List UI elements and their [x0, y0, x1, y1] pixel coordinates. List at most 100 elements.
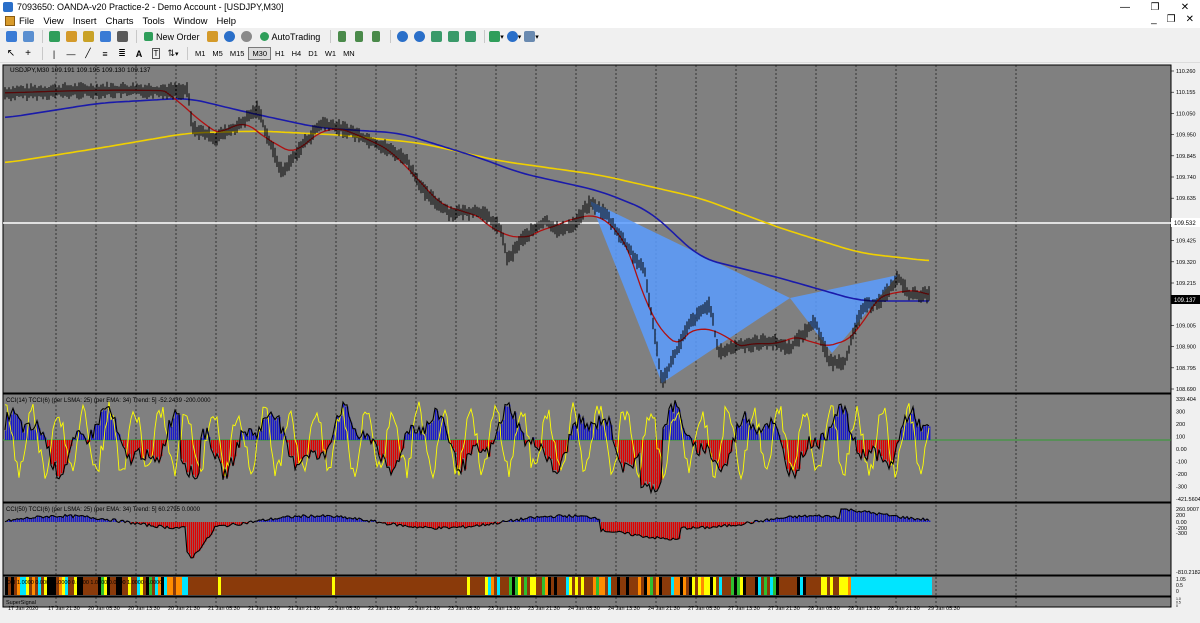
vps-button[interactable] [240, 30, 254, 44]
cursor-tool[interactable]: ↖ [4, 47, 18, 61]
autoscroll-button[interactable] [463, 30, 477, 44]
strip-cell [488, 577, 491, 595]
arrows-tool[interactable]: ⇅ ▾ [166, 47, 180, 61]
menu-insert[interactable]: Insert [73, 16, 97, 27]
periods-button[interactable]: ▾ [506, 30, 521, 44]
timeframe-m5[interactable]: M5 [209, 47, 225, 60]
strip-cell [779, 577, 782, 595]
cci14-bar [653, 440, 655, 485]
strip-cell [698, 577, 701, 595]
timeframe-h1[interactable]: H1 [272, 47, 288, 60]
cci14-bar [619, 440, 621, 460]
timeframe-m30[interactable]: M30 [248, 47, 272, 60]
trendline-tool[interactable]: ╱ [81, 47, 95, 61]
strip-cell [599, 577, 602, 595]
cci50-bar [281, 517, 283, 522]
date-label: 21 Jan 13:30 [248, 606, 280, 611]
child-restore-icon[interactable]: ❐ [1167, 14, 1176, 25]
strip-cell [647, 577, 650, 595]
cci14-bar [23, 432, 25, 440]
minimize-button[interactable]: — [1110, 0, 1140, 14]
timeframe-m15[interactable]: M15 [227, 47, 248, 60]
metaeditor-button[interactable] [206, 30, 220, 44]
menu-help[interactable]: Help [216, 16, 236, 27]
strip-cell [563, 577, 566, 595]
cci50-bar [529, 516, 531, 522]
channel-tool[interactable]: ≡ [98, 47, 112, 61]
cci50-bar [613, 522, 615, 533]
signals-button[interactable] [223, 30, 237, 44]
menu-view[interactable]: View [43, 16, 63, 27]
strip-cell [497, 577, 500, 595]
text-tool[interactable]: A [132, 47, 146, 61]
cci50-bar [801, 516, 803, 522]
strip-cell [431, 577, 434, 595]
menu-file[interactable]: File [19, 16, 34, 27]
horizontal-line-tool[interactable]: — [64, 47, 78, 61]
menu-charts[interactable]: Charts [106, 16, 134, 27]
strip-cell [500, 577, 503, 595]
cci14-bar [273, 417, 275, 440]
strip-cell [863, 577, 866, 595]
strip-cell [392, 577, 395, 595]
vertical-line-tool[interactable]: | [47, 47, 61, 61]
profiles-button[interactable] [21, 30, 35, 44]
cci50-bar [633, 522, 635, 536]
candlestick-button[interactable] [352, 30, 366, 44]
terminal-button[interactable] [98, 30, 112, 44]
timeframe-h4[interactable]: H4 [289, 47, 305, 60]
strip-cell [512, 577, 515, 595]
timeframe-d1[interactable]: D1 [305, 47, 321, 60]
cci14-scale-label: -421.5604 [1176, 497, 1200, 503]
timeframe-mn[interactable]: MN [340, 47, 358, 60]
cci14-bar [581, 423, 583, 440]
cci50-pane[interactable] [2, 502, 1172, 576]
chart-canvas[interactable]: USDJPY,M30 109.191 109.195 109.130 109.1… [0, 63, 1200, 612]
fibonacci-tool[interactable]: ≣ [115, 47, 129, 61]
chart-shift-button[interactable] [446, 30, 460, 44]
zoom-out-button[interactable] [412, 30, 426, 44]
date-label: 22 Jan 05:30 [328, 606, 360, 611]
label-tool[interactable]: T [149, 47, 163, 61]
chart-window[interactable]: USDJPY,M30 109.191 109.195 109.130 109.1… [0, 63, 1200, 612]
timeframe-w1[interactable]: W1 [322, 47, 339, 60]
child-close-icon[interactable]: ✕ [1186, 14, 1194, 25]
strip-cell [620, 577, 623, 595]
navigator-button[interactable] [81, 30, 95, 44]
cci50-bar [891, 515, 893, 522]
timeframe-m1[interactable]: M1 [192, 47, 208, 60]
cci14-bar [183, 440, 185, 463]
cci50-bar [879, 512, 881, 522]
cci14-bar [551, 440, 553, 460]
cci14-bar [553, 440, 555, 471]
cci14-bar [147, 440, 149, 450]
new-chart-button[interactable] [4, 30, 18, 44]
line-chart-button[interactable] [369, 30, 383, 44]
new-order-button[interactable]: New Order [141, 30, 203, 44]
strategy-tester-button[interactable] [115, 30, 129, 44]
strip-cell [737, 577, 740, 595]
market-watch-button[interactable] [47, 30, 61, 44]
menu-bar: File View Insert Charts Tools Window Hel… [0, 14, 1200, 28]
strip-cell [290, 577, 293, 595]
restore-button[interactable]: ❐ [1140, 0, 1170, 14]
menu-tools[interactable]: Tools [142, 16, 164, 27]
cci50-bar [333, 517, 335, 522]
crosshair-tool[interactable]: + [21, 47, 35, 61]
price-pane[interactable] [2, 64, 1172, 394]
cci50-bar [639, 522, 641, 535]
channel-icon: ≡ [102, 48, 108, 59]
data-window-button[interactable] [64, 30, 78, 44]
close-button[interactable]: ✕ [1170, 0, 1200, 14]
cci14-bar [129, 440, 131, 454]
menu-window[interactable]: Window [174, 16, 208, 27]
cci50-bar [57, 517, 59, 522]
indicators-button[interactable]: ▾ [489, 30, 504, 44]
strip-cell [320, 577, 323, 595]
autotrading-button[interactable]: AutoTrading [257, 30, 324, 44]
child-minimize-icon[interactable]: _ [1151, 14, 1157, 25]
tile-windows-button[interactable] [429, 30, 443, 44]
bar-chart-button[interactable] [335, 30, 349, 44]
zoom-in-button[interactable] [395, 30, 409, 44]
templates-button[interactable]: ▾ [524, 30, 539, 44]
